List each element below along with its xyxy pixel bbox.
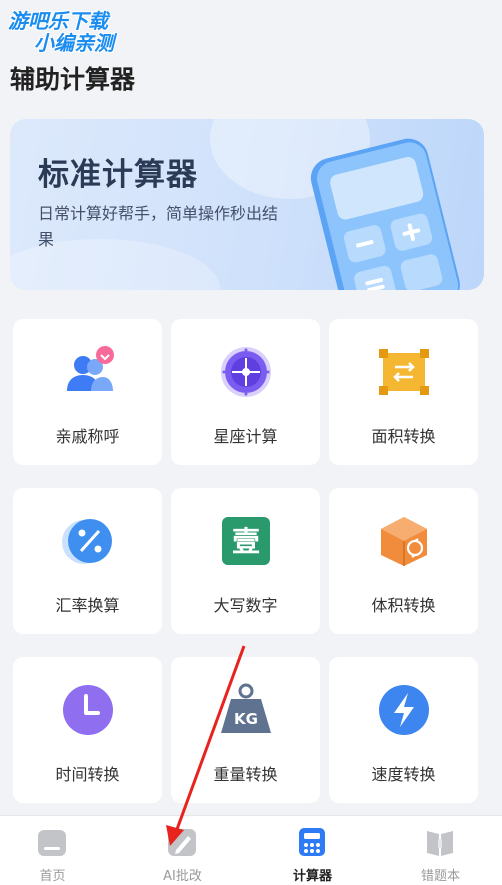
banner-title: 标准计算器 <box>38 157 198 193</box>
weight-unit-glyph: KG <box>234 710 258 728</box>
tab-ai-correction[interactable]: AI批改 <box>120 816 245 885</box>
pen-icon <box>168 829 196 856</box>
tab-wrong-questions[interactable]: 错题本 <box>378 816 502 885</box>
tab-calculator[interactable]: 计算器 <box>250 816 375 885</box>
tool-label: 汇率换算 <box>55 596 120 615</box>
calculator-icon <box>299 828 325 856</box>
lightning-icon <box>379 685 429 735</box>
banner-subtitle: 日常计算好帮手，简单操作秒出结果 <box>38 204 279 249</box>
tool-card-area[interactable]: 面积转换 <box>329 319 478 465</box>
tab-label: 首页 <box>39 869 66 884</box>
tool-label: 体积转换 <box>371 596 436 615</box>
page-title: 辅助计算器 <box>10 65 136 94</box>
exchange-rate-icon <box>62 519 112 564</box>
tool-label: 亲戚称呼 <box>55 427 120 446</box>
tool-label: 时间转换 <box>55 765 120 784</box>
tab-label: 错题本 <box>420 869 460 884</box>
watermark-line-1: 游吧乐下载 <box>8 9 108 33</box>
tool-card-relatives[interactable]: 亲戚称呼 <box>13 319 162 465</box>
weight-icon: KG <box>221 683 271 733</box>
constellation-icon <box>221 347 271 397</box>
tool-card-volume[interactable]: 体积转换 <box>329 488 478 634</box>
tool-card-speed[interactable]: 速度转换 <box>329 657 478 803</box>
watermark: 游吧乐下载 小编亲测 <box>8 10 158 54</box>
home-icon <box>38 830 66 856</box>
uppercase-number-icon: 壹 <box>222 517 270 565</box>
volume-icon <box>381 517 427 566</box>
relatives-icon <box>67 346 114 391</box>
tool-card-uppercase-number[interactable]: 壹 大写数字 <box>171 488 320 634</box>
uppercase-glyph: 壹 <box>232 525 260 558</box>
watermark-line-2: 小编亲测 <box>34 31 114 55</box>
tab-label: 计算器 <box>292 869 332 884</box>
tool-card-weight[interactable]: KG 重量转换 <box>171 657 320 803</box>
tool-card-exchange-rate[interactable]: 汇率换算 <box>13 488 162 634</box>
tool-label: 星座计算 <box>213 427 278 446</box>
tool-label: 速度转换 <box>371 765 436 784</box>
tab-label: AI批改 <box>163 869 202 884</box>
book-icon <box>427 831 453 856</box>
area-icon <box>379 349 429 395</box>
tool-card-time[interactable]: 时间转换 <box>13 657 162 803</box>
tool-label: 大写数字 <box>213 596 278 615</box>
tool-card-constellation[interactable]: 星座计算 <box>171 319 320 465</box>
bottom-tab-bar: 首页 AI批改 计算器 错题本 <box>0 815 502 885</box>
calculator-illustration-icon <box>310 138 460 290</box>
tab-home[interactable]: 首页 <box>0 816 115 885</box>
standard-calculator-banner[interactable]: 标准计算器 日常计算好帮手，简单操作秒出结果 <box>10 119 484 290</box>
tool-label: 面积转换 <box>371 427 436 446</box>
clock-icon <box>63 685 113 735</box>
tool-label: 重量转换 <box>213 765 278 784</box>
